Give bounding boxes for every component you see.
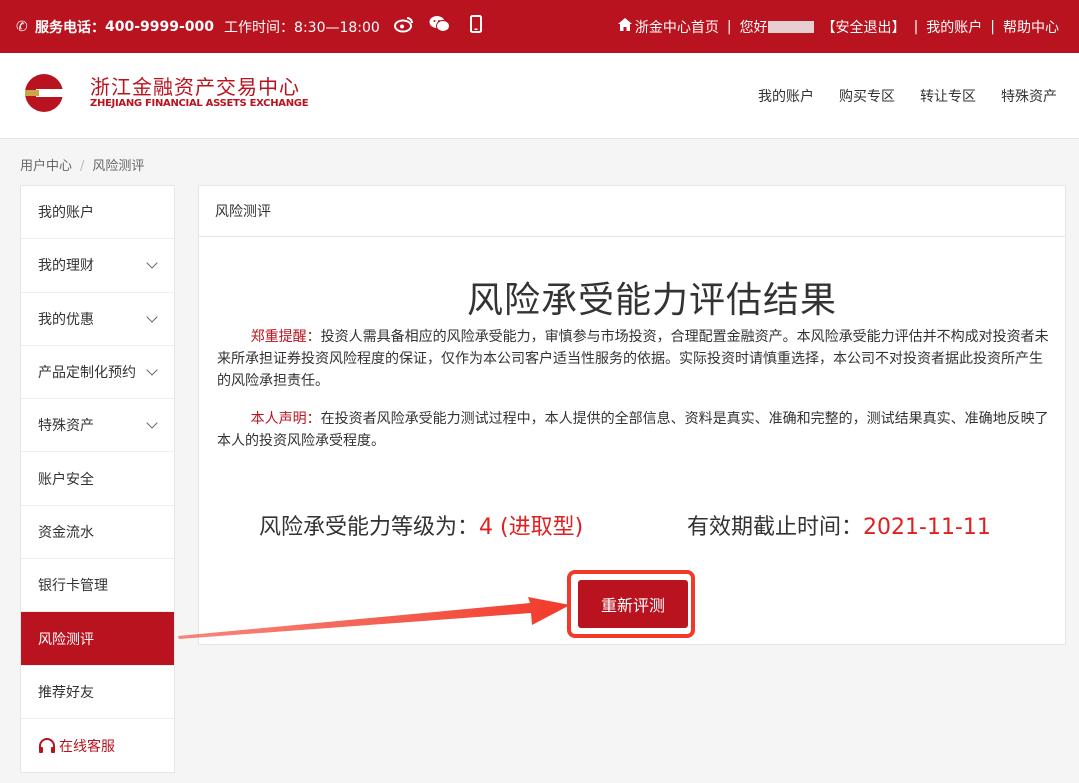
phone-icon: ✆ xyxy=(16,18,28,35)
top-bar-right: 浙金中心首页 | 您好 【安全退出】 | 我的账户 | 帮助中心 xyxy=(617,0,1059,53)
nav-my-account[interactable]: 我的账户 xyxy=(758,86,814,106)
chevron-down-icon xyxy=(146,417,158,429)
sidebar-item-label: 银行卡管理 xyxy=(38,578,108,595)
retest-button[interactable]: 重新评测 xyxy=(578,580,688,628)
sidebar-item-label: 产品定制化预约 xyxy=(38,365,136,382)
help-link[interactable]: 帮助中心 xyxy=(1003,17,1059,37)
weibo-icon[interactable] xyxy=(392,15,416,39)
wechat-icon[interactable] xyxy=(428,15,452,39)
panel-header: 风险测评 xyxy=(199,186,1065,237)
sidebar-item-label: 风险测评 xyxy=(38,631,94,648)
mobile-icon[interactable] xyxy=(464,14,488,39)
sidebar-item-label: 我的理财 xyxy=(38,258,94,275)
brand-name-en: ZHEJIANG FINANCIAL ASSETS EXCHANGE xyxy=(90,98,309,109)
chevron-down-icon xyxy=(146,364,158,376)
phone-number: 400-9999-000 xyxy=(105,18,215,35)
work-time: 工作时间：8:30—18:00 xyxy=(224,19,380,36)
username-redacted xyxy=(767,20,814,33)
sidebar-item-fund-flow[interactable]: 资金流水 xyxy=(21,506,174,560)
risk-level-value: 4 (进取型) xyxy=(479,515,584,540)
sidebar-item-risk-assessment[interactable]: 风险测评 xyxy=(21,612,174,666)
sidebar-item-label: 推荐好友 xyxy=(38,684,94,701)
greeting: 您好 xyxy=(739,19,768,36)
breadcrumb-separator: / xyxy=(80,159,85,174)
main-nav: 我的账户 购买专区 转让专区 特殊资产 xyxy=(758,53,1057,139)
sidebar-item-label: 我的账户 xyxy=(38,205,94,222)
site-header: 浙江金融资产交易中心 ZHEJIANG FINANCIAL ASSETS EXC… xyxy=(0,53,1079,139)
risk-level-label: 风险承受能力等级为： xyxy=(259,515,480,540)
nav-transfer[interactable]: 转让专区 xyxy=(920,86,976,106)
nav-special-assets[interactable]: 特殊资产 xyxy=(1001,86,1057,106)
breadcrumb-current: 风险测评 xyxy=(92,159,145,174)
sidebar-item-label: 特殊资产 xyxy=(38,418,94,435)
validity: 有效期截止时间：2021-11-11 xyxy=(687,509,991,541)
online-service: 在线客服 xyxy=(38,736,115,756)
notice-declaration: 本人声明：在投资者风险承受能力测试过程中，本人提供的全部信息、资料是真实、准确和… xyxy=(217,408,1049,452)
result-title: 风险承受能力评估结果 xyxy=(466,280,837,321)
chevron-down-icon xyxy=(146,257,158,270)
separator: | xyxy=(726,18,732,35)
sidebar-item-bank-cards[interactable]: 银行卡管理 xyxy=(21,559,174,613)
top-bar: ✆ 服务电话： 400-9999-000 工作时间：8:30—18:00 浙金中… xyxy=(0,0,1079,53)
sidebar-item-online-service[interactable]: 在线客服 xyxy=(21,719,174,772)
sidebar-item-product-reservation[interactable]: 产品定制化预约 xyxy=(21,346,174,400)
notice-reminder-label: 郑重提醒： xyxy=(250,329,321,345)
sidebar-item-my-account[interactable]: 我的账户 xyxy=(21,186,174,240)
sidebar-item-refer-friends[interactable]: 推荐好友 xyxy=(21,666,174,719)
my-account-link[interactable]: 我的账户 xyxy=(926,17,982,37)
sidebar-item-special-assets[interactable]: 特殊资产 xyxy=(21,399,174,453)
sidebar-item-label: 我的优惠 xyxy=(38,311,94,328)
brand-logo[interactable] xyxy=(22,71,76,115)
separator: | xyxy=(990,18,995,35)
logout-link[interactable]: 【安全退出】 xyxy=(822,17,906,37)
notice-reminder: 郑重提醒：投资人需具备相应的风险承受能力，审慎参与市场投资，合理配置金融资产。本… xyxy=(217,326,1049,392)
home-icon xyxy=(617,18,632,35)
notice-reminder-text: 投资人需具备相应的风险承受能力，审慎参与市场投资，合理配置金融资产。本风险承受能… xyxy=(217,329,1049,389)
validity-label: 有效期截止时间： xyxy=(687,515,864,540)
top-bar-left: ✆ 服务电话： 400-9999-000 工作时间：8:30—18:00 xyxy=(16,0,500,53)
sidebar-item-label: 账户安全 xyxy=(38,471,94,488)
sidebar: 我的账户 我的理财 我的优惠 产品定制化预约 特殊资产 账户安全 资金流水 银行… xyxy=(20,185,175,774)
sidebar-item-label: 资金流水 xyxy=(38,524,94,541)
headset-icon xyxy=(39,737,55,753)
chevron-down-icon xyxy=(146,311,158,323)
phone-label: 服务电话： xyxy=(35,19,105,36)
separator: | xyxy=(913,18,919,35)
breadcrumb: 用户中心 / 风险测评 xyxy=(20,155,144,174)
breadcrumb-user-center[interactable]: 用户中心 xyxy=(20,159,72,174)
sidebar-item-account-security[interactable]: 账户安全 xyxy=(21,452,174,506)
brand-name-cn: 浙江金融资产交易中心 xyxy=(90,75,300,99)
sidebar-item-label: 在线客服 xyxy=(59,738,115,755)
nav-purchase[interactable]: 购买专区 xyxy=(839,86,895,106)
validity-date: 2021-11-11 xyxy=(863,515,991,540)
risk-level: 风险承受能力等级为：4 (进取型) xyxy=(259,509,583,541)
sidebar-item-my-finance[interactable]: 我的理财 xyxy=(21,239,174,293)
notice-declaration-text: 在投资者风险承受能力测试过程中，本人提供的全部信息、资料是真实、准确和完整的，测… xyxy=(217,411,1049,449)
sidebar-item-my-offers[interactable]: 我的优惠 xyxy=(21,293,174,346)
notice-declaration-label: 本人声明： xyxy=(250,411,321,427)
home-link[interactable]: 浙金中心首页 xyxy=(635,17,719,37)
